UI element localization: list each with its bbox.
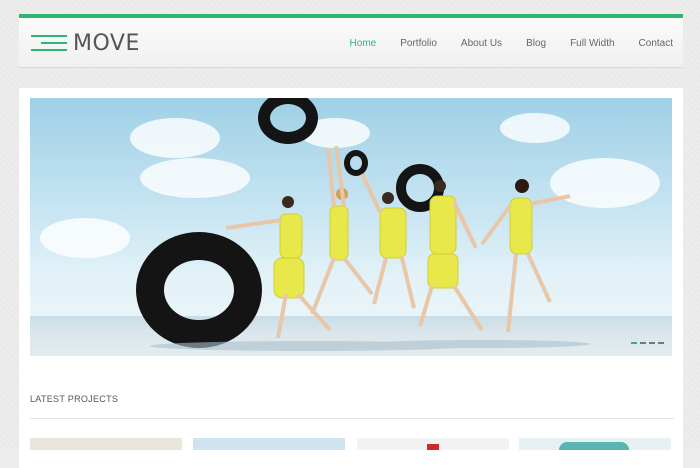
menu-lines-icon <box>31 33 67 53</box>
slider-dot[interactable] <box>658 342 664 344</box>
nav-portfolio[interactable]: Portfolio <box>400 38 437 49</box>
project-thumbnail[interactable] <box>357 438 509 450</box>
project-thumbnail[interactable] <box>519 438 671 450</box>
slider-pagination <box>628 342 664 344</box>
nav-home[interactable]: Home <box>350 38 377 49</box>
nav-about-us[interactable]: About Us <box>461 38 502 49</box>
slider-dot[interactable] <box>649 342 655 344</box>
main-nav: Home Portfolio About Us Blog Full Width … <box>326 38 673 49</box>
section-divider <box>30 418 674 419</box>
slider-dot[interactable] <box>631 342 637 344</box>
nav-blog[interactable]: Blog <box>526 38 546 49</box>
people-illustration <box>150 145 590 351</box>
nav-contact[interactable]: Contact <box>639 38 673 49</box>
logo[interactable]: MOVE <box>31 30 140 56</box>
project-thumbnail[interactable] <box>193 438 345 450</box>
hero-slider[interactable] <box>30 98 672 356</box>
latest-projects-heading: LATEST PROJECTS <box>30 394 119 404</box>
main-content: LATEST PROJECTS <box>19 88 683 468</box>
logo-text: MOVE <box>73 30 140 56</box>
site-header: MOVE Home Portfolio About Us Blog Full W… <box>19 14 683 68</box>
nav-full-width[interactable]: Full Width <box>570 38 614 49</box>
project-thumbnail[interactable] <box>30 438 182 450</box>
slider-dot[interactable] <box>640 342 646 344</box>
